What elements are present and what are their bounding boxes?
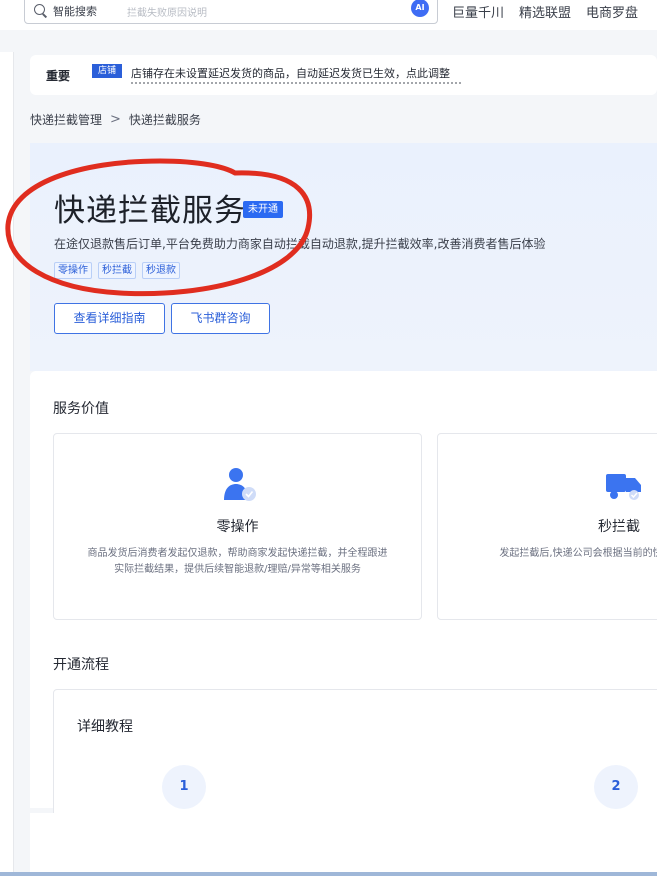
breadcrumb: 快递拦截管理 > 快递拦截服务 (30, 111, 201, 128)
section-title-onboarding: 开通流程 (53, 657, 109, 673)
breadcrumb-parent[interactable]: 快递拦截管理 (30, 111, 102, 128)
value-card-title: 秒拦截 (598, 519, 640, 535)
search-label: 智能搜索 (53, 5, 97, 18)
service-hero: 快递拦截服务 未开通 在途仅退款售后订单,平台免费助力商家自动拦截自动退款,提升… (5, 143, 657, 371)
top-link-qianchuan[interactable]: 巨量千川 (452, 2, 504, 21)
notice-label: 重要 (46, 69, 71, 83)
breadcrumb-separator: > (110, 112, 121, 127)
search-box[interactable]: 智能搜索 拦截失败原因说明 AI (24, 0, 438, 24)
step-indicator-1: 1 (162, 765, 206, 809)
breadcrumb-current: 快递拦截服务 (128, 113, 201, 127)
step-indicator-2: 2 (594, 765, 638, 809)
onboarding-flow: 详细教程 1 2 (53, 689, 657, 819)
value-card-zero-operation: 零操作 商品发货后消费者发起仅退款，帮助商家发起快递拦截，并全程跟进实际拦截结果… (53, 433, 422, 620)
value-card-title: 零操作 (216, 519, 259, 535)
bottom-panel (30, 813, 657, 873)
ai-assistant-button[interactable]: AI (411, 0, 429, 17)
top-bar: 智能搜索 拦截失败原因说明 AI 巨量千川 精选联盟 电商罗盘 (0, 0, 657, 30)
user-shield-icon (224, 468, 256, 501)
left-sidebar-edge (0, 52, 14, 872)
tutorial-title: 详细教程 (77, 719, 133, 735)
value-card-description: 发起拦截后,快递公司会根据当前的快递拦截结果 (499, 548, 657, 559)
red-annotation-circle (5, 158, 313, 297)
notice-text[interactable]: 店铺存在未设置延迟发货的商品，自动延迟发货已生效，点此调整 (131, 65, 450, 81)
top-link-alliance[interactable]: 精选联盟 (519, 2, 571, 21)
window-bottom-edge (0, 872, 657, 876)
top-link-compass[interactable]: 电商罗盘 (586, 2, 638, 21)
search-placeholder[interactable]: 拦截失败原因说明 (127, 4, 207, 19)
truck-icon (606, 474, 641, 500)
important-notice-bar[interactable]: 重要 店铺 店铺存在未设置延迟发货的商品，自动延迟发货已生效，点此调整 (30, 55, 657, 95)
top-nav-links: 巨量千川 精选联盟 电商罗盘 (452, 2, 638, 21)
main-panel: 服务价值 零操作 商品发货后消费者发起仅退款，帮助商家发起快递拦截，并全程跟进实… (30, 371, 657, 819)
notice-marquee-line (131, 82, 461, 86)
value-card-instant-intercept: 秒拦截 发起拦截后,快递公司会根据当前的快递拦截结果 (437, 433, 657, 620)
search-icon (34, 4, 45, 15)
notice-tag: 店铺 (92, 64, 122, 78)
value-card-description: 商品发货后消费者发起仅退款，帮助商家发起快递拦截，并全程跟进实际拦截结果，提供后… (87, 548, 388, 575)
section-title-service-value: 服务价值 (53, 401, 109, 417)
